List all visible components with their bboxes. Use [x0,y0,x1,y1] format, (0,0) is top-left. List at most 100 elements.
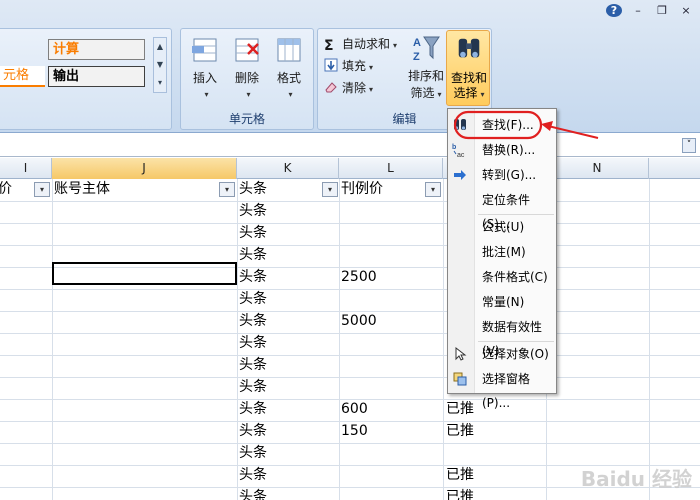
cells-group: 插入 ▾ 删除 ▾ 格式 ▾ 单元格 [180,28,314,130]
delete-button[interactable]: 删除 ▾ [227,35,267,100]
column-header-k[interactable]: K [237,158,339,179]
header-cell-i-text: 价 [0,181,12,197]
column-header-i[interactable]: I [0,158,52,179]
filter-dropdown-icon[interactable]: ▾ [322,182,338,197]
cell-l-4[interactable]: 2500 [341,267,377,287]
menu-item-goto-special[interactable]: 定位条件(S)... [448,188,556,231]
cell-m-14[interactable]: 已推 [446,487,474,500]
autosum-button[interactable]: Σ 自动求和 ▾ [324,35,397,53]
menu-item-selection-pane[interactable]: 选择窗格(P)... [448,367,556,410]
column-header-j[interactable]: J [52,158,237,179]
style-calc[interactable]: 计算 [48,39,145,60]
restore-button[interactable]: ❐ [654,4,670,17]
header-cell-j[interactable]: 账号主体 [54,179,110,199]
cell-k-8[interactable]: 头条 [239,355,267,375]
cell-k-14[interactable]: 头条 [239,487,267,500]
minimize-button[interactable]: – [630,4,646,17]
style-cell[interactable]: 元格 [0,66,45,87]
sort-filter-button[interactable]: AZ 排序和 筛选 ▾ [404,33,448,101]
watermark: Baidu 经验 [580,467,692,491]
cell-k-12-text: 头条 [239,445,267,461]
cell-l-11[interactable]: 150 [341,421,368,441]
filter-dropdown-icon[interactable]: ▾ [219,182,235,197]
help-icon[interactable]: ? [606,4,622,17]
delete-icon [235,38,259,62]
menu-item-replace-label: 替换(R)... [482,143,536,157]
menu-item-comments[interactable]: 批注(M) [448,240,556,264]
format-button[interactable]: 格式 ▾ [269,35,309,100]
cell-l-10[interactable]: 600 [341,399,368,419]
cell-k-10-text: 头条 [239,401,267,417]
clear-button[interactable]: 清除 ▾ [324,79,373,96]
menu-item-select-objects[interactable]: 选择对象(O) [448,342,556,366]
menu-item-select-objects-label: 选择对象(O) [482,347,549,361]
filter-dropdown-icon[interactable]: ▾ [425,182,441,197]
cell-k-8-text: 头条 [239,357,267,373]
cell-k-4[interactable]: 头条 [239,267,267,287]
grid-row-line [0,333,700,334]
column-header-n[interactable]: N [546,158,649,179]
replace-icon: bac [452,144,465,158]
header-cell-j-text: 账号主体 [54,181,110,197]
cell-k-11[interactable]: 头条 [239,421,267,441]
grid-row-line [0,355,700,356]
cell-k-3[interactable]: 头条 [239,245,267,265]
menu-item-goto[interactable]: 转到(G)... [448,163,556,187]
cell-k-3-text: 头条 [239,247,267,263]
cell-k-10[interactable]: 头条 [239,399,267,419]
grid-column-line [339,179,340,500]
window-controls: ? – ❐ × [606,4,694,17]
ribbon: ? – ❐ × 计算 元格 输出 ▲ ▼ ▾ 插入 ▾ 删除 ▾ 格式 ▾ 单元… [0,0,700,133]
find-select-button[interactable]: 查找和 选择 ▾ [446,30,490,106]
cell-k-1[interactable]: 头条 [239,201,267,221]
binoculars-icon [458,38,480,58]
cell-k-11-text: 头条 [239,423,267,439]
header-cell-k[interactable]: 头条 [239,179,267,199]
format-label: 格式 [276,71,301,85]
cell-k-5[interactable]: 头条 [239,289,267,309]
insert-button[interactable]: 插入 ▾ [185,35,225,100]
menu-item-constants[interactable]: 常量(N) [448,290,556,314]
worksheet-grid[interactable]: 价 ▾ 账号主体 ▾ 头条 ▾ 刊例价 ▾ 头条 头条 头条 头条 2500 头条 头条 5000 头条 头条 头条… [0,179,700,500]
fill-button[interactable]: 填充 ▾ [324,57,373,74]
filter-dropdown-icon[interactable]: ▾ [34,182,50,197]
menu-item-comments-label: 批注(M) [482,245,526,259]
close-button[interactable]: × [678,4,694,17]
find-select-menu: 查找(F)... b ac 替换(R)... 转到(G)... 定位条件(S)..… [447,108,557,410]
formula-bar[interactable]: ˅ [0,136,700,157]
menu-item-formulas[interactable]: 公式(U) [448,215,556,239]
menu-item-find[interactable]: 查找(F)... [448,113,556,137]
cell-k-9[interactable]: 头条 [239,377,267,397]
cell-m-13[interactable]: 已推 [446,465,474,485]
insert-label: 插入 [192,71,217,85]
grid-row-line [0,201,700,202]
column-header-o[interactable] [649,158,700,179]
cell-k-13[interactable]: 头条 [239,465,267,485]
cell-m-11[interactable]: 已推 [446,421,474,441]
style-output[interactable]: 输出 [48,66,145,87]
cell-l-6[interactable]: 5000 [341,311,377,331]
gallery-scroll[interactable]: ▲ ▼ ▾ [153,37,167,93]
sort-filter-label-1: 排序和 [407,69,444,83]
cell-k-7[interactable]: 头条 [239,333,267,353]
cell-m-11-text: 已推 [446,423,474,439]
column-header-l[interactable]: L [339,158,443,179]
cell-k-2[interactable]: 头条 [239,223,267,243]
grid-column-line [649,179,650,500]
menu-item-conditional-format[interactable]: 条件格式(C) [448,265,556,289]
menu-item-replace[interactable]: b ac 替换(R)... [448,138,556,162]
selected-cell[interactable] [52,262,237,285]
find-select-label-1: 查找和 [450,71,487,85]
cell-k-13-text: 头条 [239,467,267,483]
header-cell-i[interactable]: 价 [0,179,12,199]
sort-filter-label-2: 筛选 [410,86,435,100]
expand-formula-bar-button[interactable]: ˅ [682,138,696,153]
header-cell-l[interactable]: 刊例价 [341,179,383,199]
cell-k-6[interactable]: 头条 [239,311,267,331]
menu-item-data-validation[interactable]: 数据有效性(V) [448,315,556,358]
cell-m-10-text: 已推 [446,401,474,417]
find-select-label-2: 选择 [453,86,478,100]
cell-k-12[interactable]: 头条 [239,443,267,463]
cell-l-4-text: 2500 [341,269,377,285]
cell-m-10[interactable]: 已推 [446,399,474,419]
